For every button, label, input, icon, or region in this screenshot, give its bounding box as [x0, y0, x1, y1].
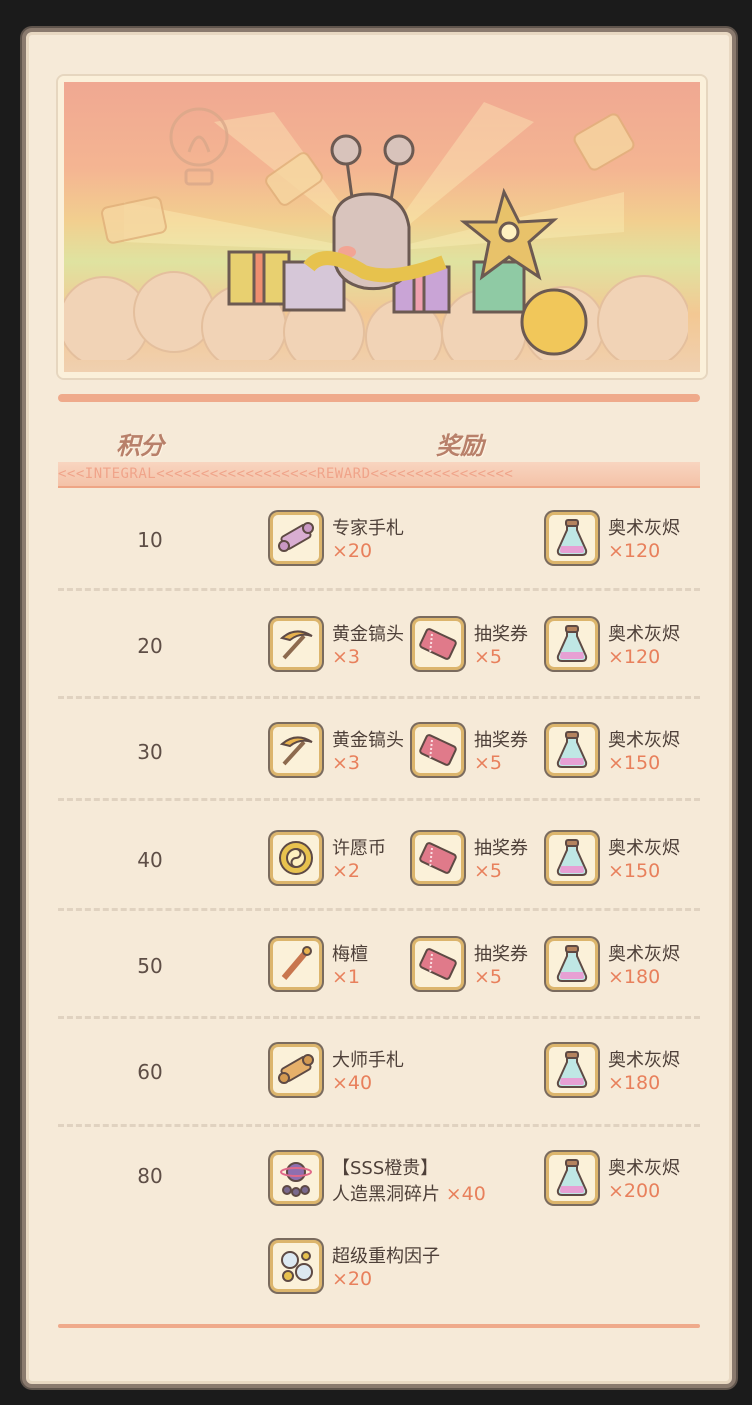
reward-item[interactable]: 黄金镐头 ×3	[270, 724, 410, 780]
item-name: 黄金镐头	[332, 730, 404, 751]
item-name: 奥术灰烬	[608, 944, 680, 965]
item-name: 奥术灰烬	[608, 1050, 680, 1071]
item-quantity: ×20	[332, 1268, 373, 1290]
reward-item[interactable]: 抽奖券 ×5	[412, 618, 542, 674]
row-divider	[58, 588, 700, 591]
reward-item[interactable]: 奥术灰烬 ×150	[546, 724, 706, 780]
item-name: 梅檀	[332, 944, 368, 965]
balloon-icon	[169, 107, 229, 186]
snail-banner-illustration	[64, 102, 688, 360]
item-name: 抽奖券	[474, 624, 528, 645]
reward-panel: 积分 奖励 <<<INTEGRAL<<<<<<<<<<<<<<<<<<REWAR…	[22, 28, 736, 1388]
item-name: 奥术灰烬	[608, 518, 680, 539]
reward-item[interactable]: 奥术灰烬 ×180	[546, 938, 706, 994]
item-name: 奥术灰烬	[608, 838, 680, 859]
points-value: 50	[137, 954, 163, 978]
item-quantity: ×120	[608, 540, 661, 562]
potion-icon	[546, 724, 598, 776]
reward-item[interactable]: 黄金镐头 ×3	[270, 618, 410, 674]
reward-item[interactable]: 梅檀 ×1	[270, 938, 410, 994]
ticket-icon	[412, 618, 464, 670]
wand-icon	[270, 938, 322, 990]
reward-item[interactable]: 奥术灰烬 ×120	[546, 512, 706, 568]
row-divider	[58, 696, 700, 699]
item-quantity: ×20	[332, 540, 373, 562]
pickaxe-icon	[270, 618, 322, 670]
reward-item[interactable]: 奥术灰烬 ×120	[546, 618, 706, 674]
item-quantity: ×2	[332, 860, 361, 882]
item-quantity: ×3	[332, 646, 361, 668]
item-quantity: ×200	[608, 1180, 661, 1202]
ticket-icon	[412, 832, 464, 884]
bottom-divider-bar	[58, 1324, 700, 1328]
item-name: 奥术灰烬	[608, 624, 680, 645]
item-quantity: ×5	[474, 752, 503, 774]
scroll-icon	[270, 1044, 322, 1096]
row-divider	[58, 1124, 700, 1127]
reward-item[interactable]: 抽奖券 ×5	[412, 724, 542, 780]
item-quantity: ×5	[474, 646, 503, 668]
ticket-icon	[412, 724, 464, 776]
item-name: 许愿币	[332, 838, 386, 859]
reward-item[interactable]: 【SSS橙贵】 人造黑洞碎片 ×40	[270, 1152, 540, 1208]
reward-item[interactable]: 抽奖券 ×5	[412, 938, 542, 994]
points-value: 30	[137, 740, 163, 764]
potion-icon	[546, 938, 598, 990]
item-quantity: ×3	[332, 752, 361, 774]
item-name: 大师手札	[332, 1050, 404, 1071]
reward-item[interactable]: 抽奖券 ×5	[412, 832, 542, 888]
item-name: 人造黑洞碎片 ×40	[332, 1183, 486, 1205]
points-value: 40	[137, 848, 163, 872]
points-value: 80	[137, 1164, 163, 1188]
top-divider-bar	[58, 394, 700, 402]
item-quantity: ×5	[474, 966, 503, 988]
coin-icon	[270, 832, 322, 884]
reward-item[interactable]: 大师手札 ×40	[270, 1044, 430, 1100]
item-name: 奥术灰烬	[608, 1158, 680, 1179]
integral-reward-ribbon: <<<INTEGRAL<<<<<<<<<<<<<<<<<<REWARD<<<<<…	[58, 462, 700, 488]
potion-icon	[546, 1044, 598, 1096]
points-value: 20	[137, 634, 163, 658]
potion-icon	[546, 512, 598, 564]
potion-icon	[546, 1152, 598, 1204]
reward-column-header: 奖励	[436, 431, 484, 460]
item-quantity: ×180	[608, 966, 661, 988]
potion-icon	[546, 618, 598, 670]
points-value: 60	[137, 1060, 163, 1084]
reward-item[interactable]: 奥术灰烬 ×200	[546, 1152, 706, 1208]
reward-item[interactable]: 许愿币 ×2	[270, 832, 410, 888]
reward-item[interactable]: 超级重构因子 ×20	[270, 1240, 470, 1296]
item-name: 超级重构因子	[332, 1246, 440, 1267]
pickaxe-icon	[270, 724, 322, 776]
item-name: 专家手札	[332, 518, 404, 539]
row-divider	[58, 798, 700, 801]
item-quantity: ×150	[608, 752, 661, 774]
item-name: 抽奖券	[474, 730, 528, 751]
item-name-tag: 【SSS橙贵】	[332, 1158, 439, 1179]
item-name: 奥术灰烬	[608, 730, 680, 751]
item-name: 抽奖券	[474, 944, 528, 965]
ticket-icon	[412, 938, 464, 990]
item-quantity: ×40	[445, 1183, 486, 1205]
reward-item[interactable]: 专家手札 ×20	[270, 512, 430, 568]
item-name: 抽奖券	[474, 838, 528, 859]
scroll-icon	[270, 512, 322, 564]
factor-icon	[270, 1240, 322, 1292]
item-quantity: ×40	[332, 1072, 373, 1094]
reward-item[interactable]: 奥术灰烬 ×150	[546, 832, 706, 888]
row-divider	[58, 1016, 700, 1019]
points-value: 10	[137, 528, 163, 552]
item-quantity: ×180	[608, 1072, 661, 1094]
item-quantity: ×150	[608, 860, 661, 882]
row-divider	[58, 908, 700, 911]
blackhole-icon	[270, 1152, 322, 1204]
item-quantity: ×5	[474, 860, 503, 882]
potion-icon	[546, 832, 598, 884]
event-banner	[58, 76, 706, 378]
points-column-header: 积分	[116, 431, 164, 460]
item-quantity: ×1	[332, 966, 361, 988]
reward-item[interactable]: 奥术灰烬 ×180	[546, 1044, 706, 1100]
item-name: 黄金镐头	[332, 624, 404, 645]
item-quantity: ×120	[608, 646, 661, 668]
